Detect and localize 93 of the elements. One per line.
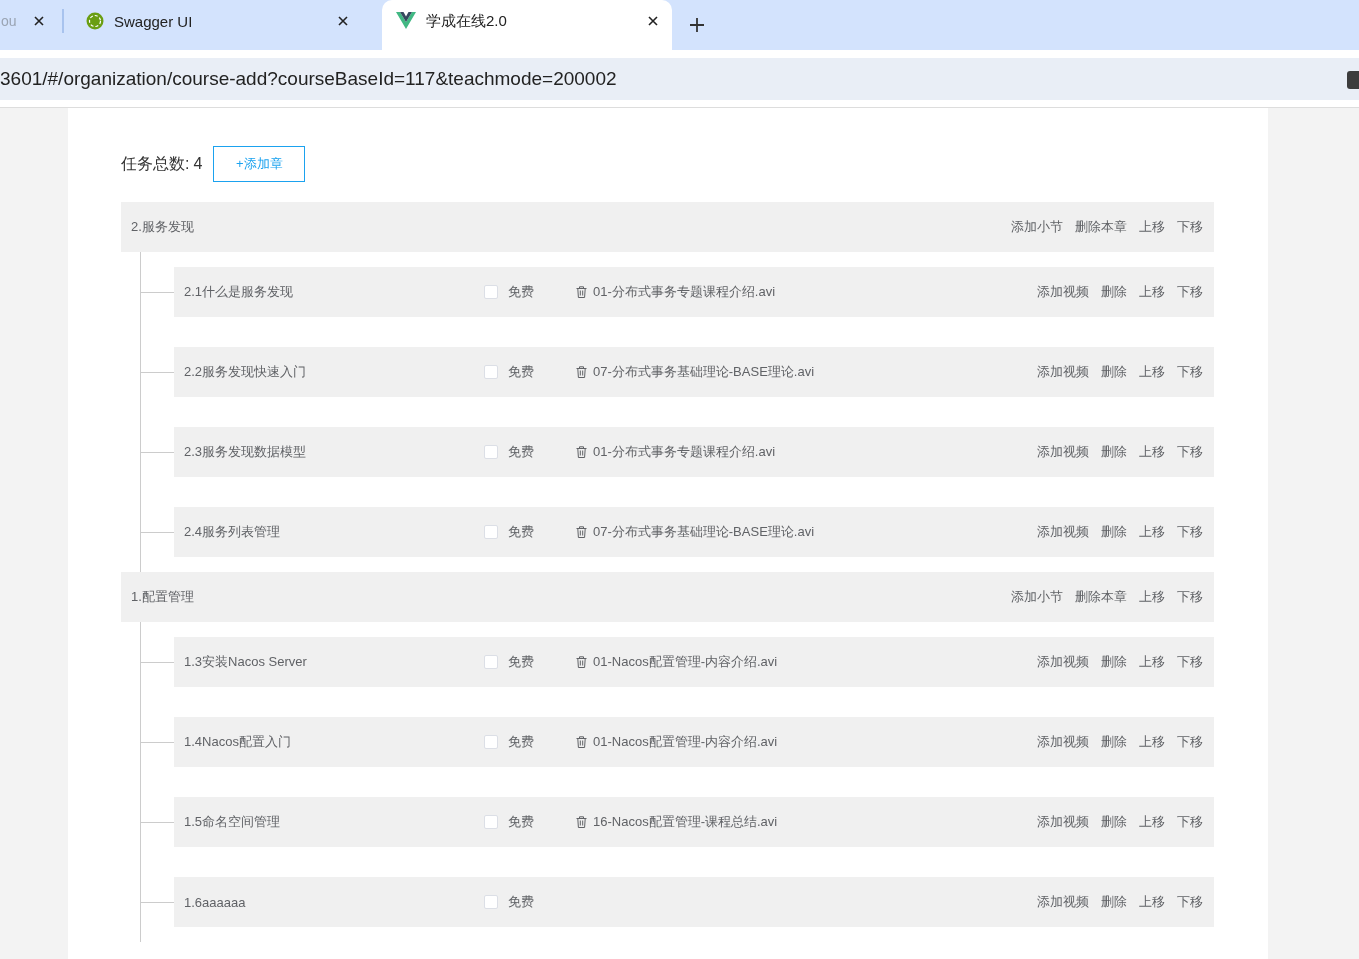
- free-checkbox[interactable]: [484, 815, 498, 829]
- trash-icon[interactable]: [576, 366, 587, 378]
- trash-icon[interactable]: [576, 526, 587, 538]
- free-label: 免费: [508, 283, 535, 301]
- chapter-action-link[interactable]: 下移: [1177, 588, 1203, 606]
- section-title: 2.2服务发现快速入门: [184, 363, 308, 381]
- task-total-count: 4: [193, 155, 203, 173]
- free-checkbox[interactable]: [484, 525, 498, 539]
- section-action-link[interactable]: 删除: [1101, 893, 1127, 911]
- free-label: 免费: [508, 443, 535, 461]
- section-action-link[interactable]: 添加视频: [1037, 733, 1089, 751]
- video-file-name: 01-Nacos配置管理-内容介绍.avi: [593, 653, 778, 671]
- section-action-link[interactable]: 下移: [1177, 733, 1203, 751]
- section-title: 2.4服务列表管理: [184, 523, 282, 541]
- section-action-link[interactable]: 上移: [1139, 283, 1165, 301]
- free-label: 免费: [508, 813, 535, 831]
- section-action-link[interactable]: 添加视频: [1037, 813, 1089, 831]
- free-checkbox[interactable]: [484, 285, 498, 299]
- chapter-action-link[interactable]: 下移: [1177, 218, 1203, 236]
- section-title: 1.5命名空间管理: [184, 813, 282, 831]
- video-file-name: 01-分布式事务专题课程介绍.avi: [593, 283, 776, 301]
- video-file-name: 01-Nacos配置管理-内容介绍.avi: [593, 733, 778, 751]
- video-file-name: 07-分布式事务基础理论-BASE理论.avi: [593, 363, 815, 381]
- section-title: 1.4Nacos配置入门: [184, 733, 292, 751]
- trash-icon[interactable]: [576, 736, 587, 748]
- video-file-name: 01-分布式事务专题课程介绍.avi: [593, 443, 776, 461]
- section-action-link[interactable]: 下移: [1177, 653, 1203, 671]
- section-action-link[interactable]: 添加视频: [1037, 283, 1089, 301]
- chapter-action-link[interactable]: 删除本章: [1075, 588, 1127, 606]
- section-action-link[interactable]: 删除: [1101, 813, 1127, 831]
- section-action-link[interactable]: 上移: [1139, 813, 1165, 831]
- free-label: 免费: [508, 363, 535, 381]
- video-file-name: 07-分布式事务基础理论-BASE理论.avi: [593, 523, 815, 541]
- section-action-link[interactable]: 上移: [1139, 653, 1165, 671]
- section-action-link[interactable]: 添加视频: [1037, 443, 1089, 461]
- chapter-action-link[interactable]: 删除本章: [1075, 218, 1127, 236]
- trash-icon[interactable]: [576, 286, 587, 298]
- free-label: 免费: [508, 733, 535, 751]
- free-label: 免费: [508, 653, 535, 671]
- new-tab-icon[interactable]: [690, 18, 704, 32]
- section-action-link[interactable]: 删除: [1101, 523, 1127, 541]
- section-action-link[interactable]: 下移: [1177, 523, 1203, 541]
- video-file-name: 16-Nacos配置管理-课程总结.avi: [593, 813, 778, 831]
- section-action-link[interactable]: 下移: [1177, 813, 1203, 831]
- section-action-link[interactable]: 下移: [1177, 283, 1203, 301]
- chapter-title: 1.配置管理: [131, 588, 194, 606]
- chapter-action-link[interactable]: 添加小节: [1011, 588, 1063, 606]
- section-action-link[interactable]: 上移: [1139, 363, 1165, 381]
- section-action-link[interactable]: 添加视频: [1037, 893, 1089, 911]
- free-label: 免费: [508, 893, 535, 911]
- section-action-link[interactable]: 删除: [1101, 283, 1127, 301]
- section-action-link[interactable]: 删除: [1101, 443, 1127, 461]
- section-action-link[interactable]: 上移: [1139, 523, 1165, 541]
- section-title: 2.3服务发现数据模型: [184, 443, 308, 461]
- trash-icon[interactable]: [576, 446, 587, 458]
- section-action-link[interactable]: 下移: [1177, 893, 1203, 911]
- address-bar[interactable]: 3601/#/organization/course-add?courseBaseId=117&teachmode=200002: [0, 58, 1359, 100]
- close-icon[interactable]: [648, 16, 658, 26]
- free-label: 免费: [508, 523, 535, 541]
- chapter-action-link[interactable]: 添加小节: [1011, 218, 1063, 236]
- chapter-action-link[interactable]: 上移: [1139, 218, 1165, 236]
- section-title: 1.6aaaaaa: [184, 894, 247, 910]
- section-action-link[interactable]: 上移: [1139, 733, 1165, 751]
- section-action-link[interactable]: 删除: [1101, 653, 1127, 671]
- section-title: 1.3安装Nacos Server: [184, 653, 308, 671]
- section-action-link[interactable]: 删除: [1101, 363, 1127, 381]
- close-icon[interactable]: [338, 16, 348, 26]
- browser-tab[interactable]: Swagger UI: [72, 0, 362, 42]
- section-title: 2.1什么是服务发现: [184, 283, 295, 301]
- section-action-link[interactable]: 下移: [1177, 363, 1203, 381]
- section-action-link[interactable]: 上移: [1139, 893, 1165, 911]
- chapter-title: 2.服务发现: [131, 218, 194, 236]
- browser-tab[interactable]: 学成在线2.0: [382, 0, 672, 50]
- task-total-label: 任务总数:: [121, 153, 190, 174]
- section-action-link[interactable]: 添加视频: [1037, 523, 1089, 541]
- free-checkbox[interactable]: [484, 895, 498, 909]
- trash-icon[interactable]: [576, 656, 587, 668]
- free-checkbox[interactable]: [484, 735, 498, 749]
- tab-title: Swagger UI: [114, 12, 194, 30]
- chapter-action-link[interactable]: 上移: [1139, 588, 1165, 606]
- section-action-link[interactable]: 添加视频: [1037, 653, 1089, 671]
- close-icon[interactable]: [34, 16, 44, 26]
- add-chapter-button[interactable]: +添加章: [213, 146, 306, 182]
- tab-title: 学成在线2.0: [426, 11, 508, 31]
- section-action-link[interactable]: 上移: [1139, 443, 1165, 461]
- tab-title: ou: [1, 13, 18, 29]
- trash-icon[interactable]: [576, 816, 587, 828]
- free-checkbox[interactable]: [484, 445, 498, 459]
- section-action-link[interactable]: 下移: [1177, 443, 1203, 461]
- free-checkbox[interactable]: [484, 365, 498, 379]
- free-checkbox[interactable]: [484, 655, 498, 669]
- section-action-link[interactable]: 添加视频: [1037, 363, 1089, 381]
- section-action-link[interactable]: 删除: [1101, 733, 1127, 751]
